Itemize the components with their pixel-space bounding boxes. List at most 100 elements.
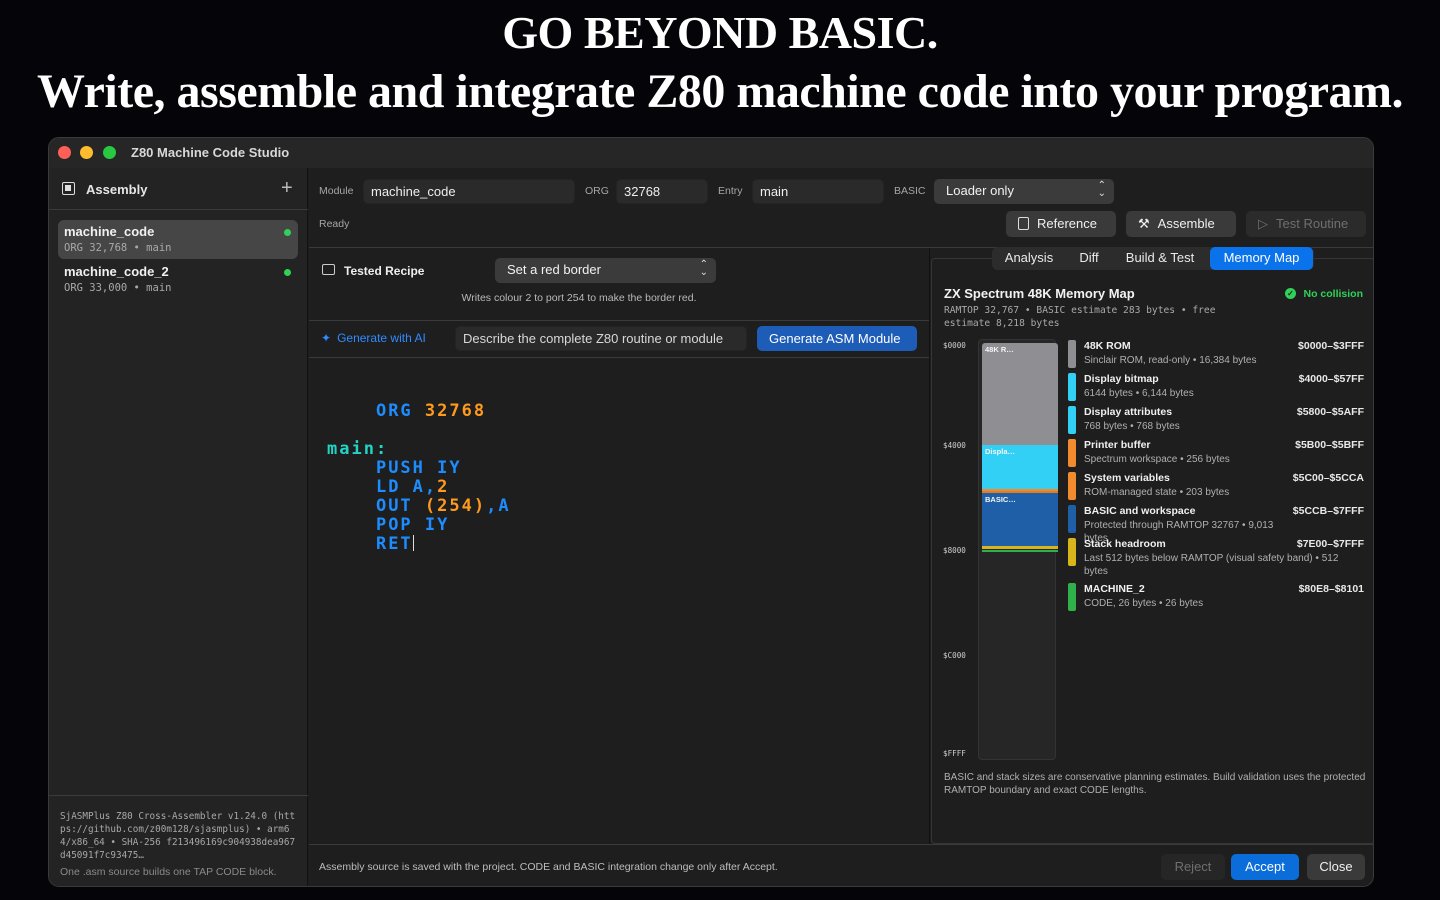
legend-item-system-variables: System variables ROM-managed state • 203… (1068, 472, 1368, 502)
axis-label: $FFFF (943, 749, 966, 758)
tab-analysis[interactable]: Analysis (992, 247, 1066, 270)
machine2-segment (982, 550, 1058, 552)
code-line: RET (375, 534, 414, 554)
basic-segment[interactable]: BASIC… (982, 493, 1058, 547)
legend-desc: CODE, 26 bytes • 26 bytes (1084, 598, 1204, 609)
app-window: Z80 Machine Code Studio Assembly + machi… (48, 137, 1374, 887)
code-line: ORG 32768 (375, 401, 487, 421)
assembler-version: SjASMPlus Z80 Cross-Assembler v1.24.0 (h… (60, 811, 296, 861)
tab-memory-map[interactable]: Memory Map (1210, 247, 1313, 270)
minimize-window-button[interactable] (80, 146, 93, 159)
memory-map-note: BASIC and stack sizes are conservative p… (944, 772, 1366, 796)
ai-prompt-input[interactable]: Describe the complete Z80 routine or mod… (455, 326, 747, 351)
legend-desc: 6144 bytes • 6,144 bytes (1084, 388, 1194, 399)
close-button[interactable]: Close (1307, 854, 1365, 880)
zoom-window-button[interactable] (103, 146, 116, 159)
accept-button[interactable]: Accept (1231, 854, 1299, 880)
module-label: Module (319, 185, 354, 197)
close-window-button[interactable] (58, 146, 71, 159)
legend-item-display-bitmap: Display bitmap 6144 bytes • 6,144 bytes … (1068, 373, 1368, 403)
axis-label: $0000 (943, 341, 966, 350)
column-divider (929, 248, 930, 844)
headline-line-2: Write, assemble and integrate Z80 machin… (36, 65, 1404, 118)
sidebar-item-machine-code[interactable]: machine_code ORG 32,768 • main (58, 220, 298, 259)
legend-desc: 768 bytes • 768 bytes (1084, 421, 1180, 432)
code-line: OUT (254),A (375, 496, 511, 516)
test-routine-button[interactable]: ▷ Test Routine (1246, 211, 1366, 237)
generate-ai-label: Generate with AI (337, 331, 426, 345)
legend-name: Display attributes (1084, 406, 1173, 418)
recipe-description: Writes colour 2 to port 254 to make the … (461, 292, 697, 304)
tab-build-test[interactable]: Build & Test (1112, 247, 1208, 270)
memory-map-subtitle: RAMTOP 32,767 • BASIC estimate 283 bytes… (944, 305, 1216, 329)
legend-desc: Last 512 bytes below RAMTOP (visual safe… (1084, 553, 1339, 577)
book-icon (1018, 217, 1029, 230)
reference-button[interactable]: Reference (1006, 211, 1116, 237)
tab-diff[interactable]: Diff (1066, 247, 1112, 270)
legend-item-machine-2: MACHINE_2 CODE, 26 bytes • 26 bytes $80E… (1068, 583, 1368, 613)
org-field[interactable]: 32768 (616, 179, 708, 204)
assembler-info: SjASMPlus Z80 Cross-Assembler v1.24.0 (h… (49, 795, 308, 886)
entry-field[interactable]: main (752, 179, 884, 204)
legend-item-printer-buffer: Printer buffer Spectrum workspace • 256 … (1068, 439, 1368, 469)
legend-desc: Sinclair ROM, read-only • 16,384 bytes (1084, 355, 1257, 366)
code-line: LD A,2 (375, 477, 450, 497)
legend-range: $80E8–$8101 (1298, 583, 1364, 595)
play-icon: ▷ (1258, 216, 1268, 231)
basic-segment-label: BASIC… (985, 495, 1016, 504)
display-segment-label: Displa… (985, 447, 1016, 456)
display-segment[interactable]: Displa… (982, 445, 1058, 489)
memory-bar: 48K R… Displa… BASIC… (978, 339, 1058, 760)
legend-swatch (1068, 439, 1076, 467)
sparkle-icon: ✦ (321, 331, 332, 345)
legend-item-rom: 48K ROM Sinclair ROM, read-only • 16,384… (1068, 340, 1368, 370)
legend-desc: ROM-managed state • 203 bytes (1084, 487, 1230, 498)
axis-label: $8000 (943, 546, 966, 555)
footer-divider (309, 844, 1373, 845)
basic-mode-value: Loader only (946, 183, 1014, 198)
legend-swatch (1068, 406, 1076, 434)
module-name: machine_code_2 (64, 264, 169, 279)
legend-item-basic-workspace: BASIC and workspace Protected through RA… (1068, 505, 1368, 544)
axis-label: $C000 (943, 651, 966, 660)
basic-mode-select[interactable]: Loader only ⌃ ⌄ (934, 179, 1114, 204)
recipe-select[interactable]: Set a red border ⌃ ⌄ (495, 258, 716, 283)
title-bar: Z80 Machine Code Studio (49, 138, 1373, 168)
generate-asm-button[interactable]: Generate ASM Module (757, 326, 917, 351)
assembler-note: One .asm source builds one TAP CODE bloc… (60, 866, 277, 878)
module-name-field[interactable]: machine_code (363, 179, 575, 204)
legend-name: Printer buffer (1084, 439, 1151, 451)
stack-segment (982, 546, 1058, 549)
status-dot-icon (284, 229, 291, 236)
status-text: Ready (319, 218, 350, 230)
legend-swatch (1068, 340, 1076, 368)
module-meta: ORG 32,768 • main (64, 242, 172, 254)
legend-swatch (1068, 472, 1076, 500)
legend-name: Display bitmap (1084, 373, 1159, 385)
sidebar-item-machine-code-2[interactable]: machine_code_2 ORG 33,000 • main (58, 260, 298, 299)
add-module-button[interactable]: + (281, 177, 293, 200)
legend-item-stack-headroom: Stack headroom Last 512 bytes below RAMT… (1068, 538, 1368, 580)
generate-ai-link[interactable]: ✦ Generate with AI (321, 331, 426, 345)
memory-map-panel: ZX Spectrum 48K Memory Map RAMTOP 32,767… (931, 258, 1373, 844)
rom-segment[interactable]: 48K R… (982, 343, 1058, 445)
inspector-tabs: Analysis Diff Build & Test Memory Map (992, 247, 1314, 270)
chevron-updown-icon: ⌃ ⌄ (699, 259, 708, 278)
legend-name: System variables (1084, 472, 1170, 484)
legend-range: $5B00–$5BFF (1295, 439, 1364, 451)
text-caret (412, 535, 414, 551)
memory-map-title: ZX Spectrum 48K Memory Map (944, 286, 1135, 301)
main-panel: Module machine_code ORG 32768 Entry main… (309, 168, 1373, 886)
assemble-button[interactable]: ⚒ Assemble (1126, 211, 1236, 237)
recipe-icon (322, 264, 335, 275)
chevron-updown-icon: ⌃ ⌄ (1097, 180, 1106, 199)
code-editor[interactable]: ORG 32768 main: PUSH IY LD A,2 OUT (254)… (327, 402, 511, 554)
collision-status: No collision (1303, 288, 1363, 300)
checkmark-icon: ✓ (1285, 288, 1296, 299)
module-name: machine_code (64, 224, 155, 239)
reference-label: Reference (1037, 216, 1097, 231)
reject-button[interactable]: Reject (1161, 854, 1225, 880)
recipe-value: Set a red border (507, 262, 601, 277)
sidebar-title: Assembly (86, 182, 148, 197)
headline-line-1: GO BEYOND BASIC. (502, 7, 938, 58)
